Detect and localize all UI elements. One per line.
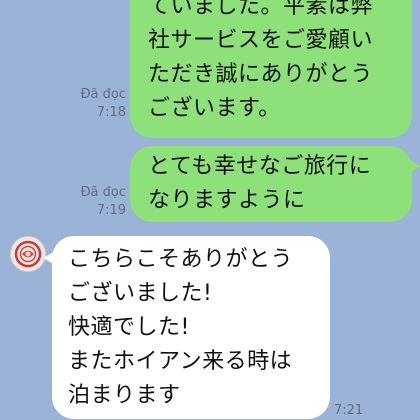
message-text-line: またホイアン来る時は [68, 349, 293, 374]
outgoing-message-bubble[interactable]: とても幸せなご旅行に なりますように [130, 146, 420, 222]
message-text-line: とても幸せなご旅行に [148, 154, 372, 179]
message-text-line: こちらこそありがとう [68, 247, 294, 272]
sender-avatar-icon [11, 237, 45, 271]
message-text-line: 快適でした! [68, 315, 190, 340]
message-1-meta: Đã đọc 7:18 [66, 86, 126, 122]
message-text-line: ございました! [68, 281, 213, 306]
sender-avatar[interactable] [10, 236, 46, 272]
message-time: 7:21 [334, 403, 364, 418]
message-text-line: なりますように [148, 188, 306, 213]
bubble-tail [407, 158, 420, 174]
bubble-tail [43, 250, 57, 266]
outgoing-message-bubble[interactable]: ていました。平素は弊 社サービスをご愛顧い ただき誠にありがとう ございます。 [130, 0, 412, 138]
message-time: 7:19 [96, 203, 126, 218]
message-3-meta: 7:21 [334, 402, 374, 420]
message-2-meta: Đã đọc 7:19 [66, 184, 126, 220]
message-time: 7:18 [96, 105, 126, 120]
message-text-line: ただき誠にありがとう [148, 62, 374, 87]
read-receipt: Đã đọc [80, 87, 126, 102]
message-text-line: ございます。 [148, 96, 281, 121]
chat-view[interactable]: Đã đọc 7:18 ていました。平素は弊 社サービスをご愛顧い ただき誠にあ… [0, 0, 420, 420]
message-text-line: ていました。平素は弊 [148, 0, 374, 19]
incoming-message-bubble[interactable]: こちらこそありがとう ございました! 快適でした! またホイアン来る時は 泊まり… [43, 236, 330, 419]
message-text-line: 社サービスをご愛顧い [148, 28, 374, 53]
message-text-line: 泊まります [68, 383, 181, 408]
read-receipt: Đã đọc [80, 185, 126, 200]
